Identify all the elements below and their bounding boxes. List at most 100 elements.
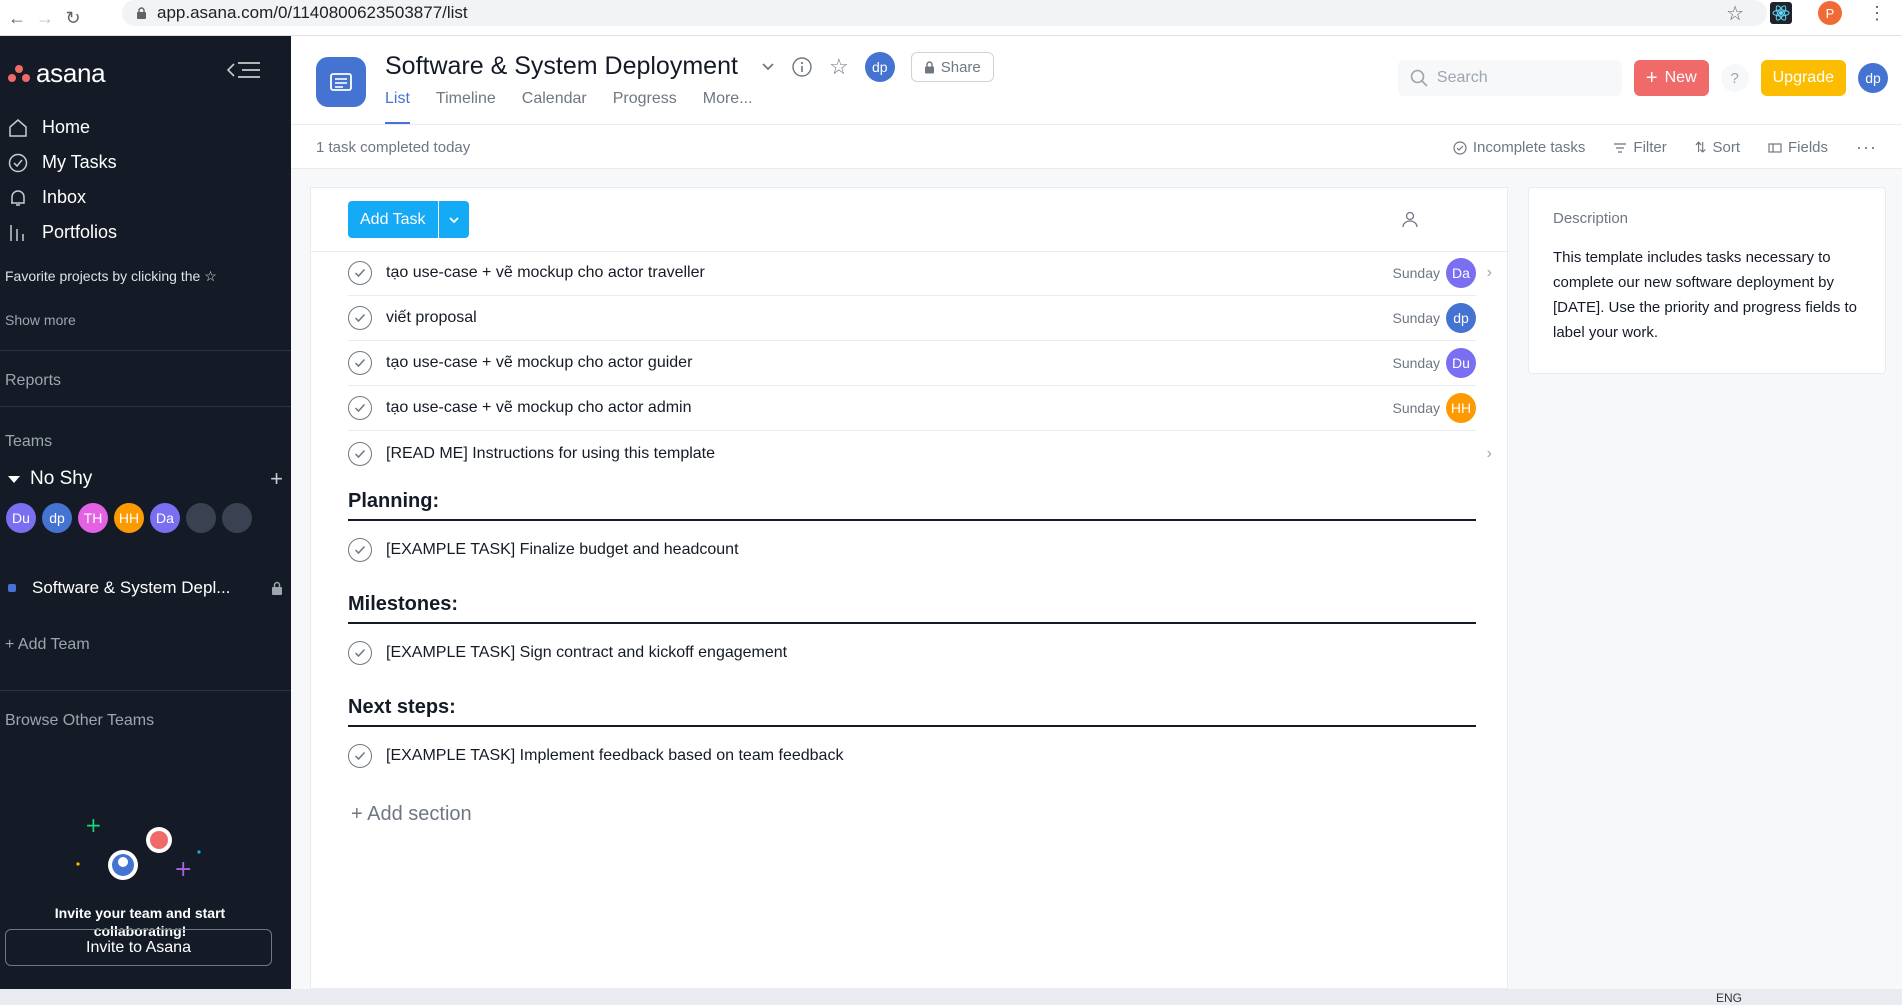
team-no-shy[interactable]: No Shy + bbox=[8, 466, 283, 492]
task-name[interactable]: tạo use-case + vẽ mockup cho actor admin bbox=[386, 399, 692, 417]
tab-timeline[interactable]: Timeline bbox=[436, 90, 496, 124]
sidebar-item-portfolios[interactable]: Portfolios bbox=[0, 215, 291, 250]
complete-check-icon[interactable] bbox=[348, 441, 372, 466]
complete-check-icon[interactable] bbox=[348, 744, 372, 768]
filter-label: Filter bbox=[1633, 139, 1667, 156]
task-name[interactable]: [EXAMPLE TASK] Finalize budget and headc… bbox=[386, 541, 739, 559]
bookmark-star-icon[interactable]: ☆ bbox=[1726, 1, 1744, 26]
fields-button[interactable]: Fields bbox=[1768, 139, 1828, 156]
section-header[interactable]: Milestones: bbox=[348, 579, 1476, 624]
info-icon[interactable] bbox=[791, 56, 813, 78]
tab-progress[interactable]: Progress bbox=[613, 90, 677, 124]
sort-button[interactable]: ⇅ Sort bbox=[1695, 139, 1740, 156]
back-icon[interactable]: ← bbox=[6, 7, 28, 29]
incomplete-tasks-filter[interactable]: Incomplete tasks bbox=[1453, 139, 1585, 156]
tab-list[interactable]: List bbox=[385, 90, 410, 124]
share-button[interactable]: Share bbox=[910, 52, 994, 82]
task-name[interactable]: [READ ME] Instructions for using this te… bbox=[386, 445, 715, 463]
assignee-avatar[interactable]: Du bbox=[1446, 348, 1476, 378]
complete-check-icon[interactable] bbox=[348, 351, 372, 375]
upgrade-button[interactable]: Upgrade bbox=[1760, 60, 1846, 96]
favorite-star-icon[interactable]: ☆ bbox=[829, 54, 849, 80]
complete-check-icon[interactable] bbox=[348, 538, 372, 562]
table-row[interactable]: viết proposal Sunday dp bbox=[348, 296, 1476, 341]
teams-heading: Teams bbox=[5, 433, 53, 450]
address-bar[interactable]: app.asana.com/0/1140800623503877/list bbox=[122, 0, 1767, 26]
reload-icon[interactable]: ↻ bbox=[62, 7, 84, 29]
table-row[interactable]: tạo use-case + vẽ mockup cho actor admin… bbox=[348, 386, 1476, 431]
section-header[interactable]: Planning: bbox=[348, 476, 1476, 521]
browser-profile-avatar[interactable]: P bbox=[1818, 1, 1842, 25]
due-date[interactable]: Sunday bbox=[1393, 265, 1440, 281]
team-member-avatar[interactable]: dp bbox=[42, 503, 72, 533]
team-member-avatar[interactable] bbox=[186, 503, 216, 533]
task-name[interactable]: tạo use-case + vẽ mockup cho actor guide… bbox=[386, 354, 692, 372]
task-name[interactable]: [EXAMPLE TASK] Sign contract and kickoff… bbox=[386, 644, 787, 662]
user-avatar[interactable]: dp bbox=[1858, 63, 1888, 93]
sidebar-project-item[interactable]: Software & System Depl... bbox=[8, 578, 283, 598]
add-team-link[interactable]: + Add Team bbox=[5, 636, 90, 654]
table-row[interactable]: [READ ME] Instructions for using this te… bbox=[348, 431, 1492, 476]
section-header[interactable]: Next steps: bbox=[348, 682, 1476, 727]
main-content: Software & System Deployment ☆ dp Share … bbox=[291, 36, 1902, 989]
search-input[interactable]: Search bbox=[1397, 60, 1622, 96]
more-actions-icon[interactable]: ··· bbox=[1856, 137, 1877, 158]
chevron-right-icon[interactable]: › bbox=[1487, 445, 1492, 463]
table-row[interactable]: [EXAMPLE TASK] Implement feedback based … bbox=[348, 727, 1476, 785]
description-body[interactable]: This template includes tasks necessary t… bbox=[1553, 245, 1861, 345]
lock-icon bbox=[137, 7, 146, 19]
tab-calendar[interactable]: Calendar bbox=[522, 90, 587, 124]
team-member-avatar[interactable] bbox=[222, 503, 252, 533]
assignee-header-icon[interactable] bbox=[1401, 210, 1419, 228]
description-panel: Description This template includes tasks… bbox=[1528, 187, 1886, 374]
team-member-avatar[interactable]: TH bbox=[78, 503, 108, 533]
new-label: New bbox=[1664, 69, 1697, 86]
task-name[interactable]: tạo use-case + vẽ mockup cho actor trave… bbox=[386, 264, 705, 282]
due-date[interactable]: Sunday bbox=[1393, 400, 1440, 416]
forward-icon[interactable]: → bbox=[34, 7, 56, 29]
complete-check-icon[interactable] bbox=[348, 396, 372, 420]
tab-more[interactable]: More... bbox=[703, 90, 753, 124]
assignee-avatar[interactable]: dp bbox=[1446, 303, 1476, 333]
sidebar-item-my-tasks[interactable]: My Tasks bbox=[0, 145, 291, 180]
team-member-avatar[interactable]: Du bbox=[6, 503, 36, 533]
complete-check-icon[interactable] bbox=[348, 306, 372, 330]
team-member-avatar[interactable]: HH bbox=[114, 503, 144, 533]
collapse-sidebar-icon[interactable] bbox=[226, 60, 262, 80]
table-row[interactable]: tạo use-case + vẽ mockup cho actor guide… bbox=[348, 341, 1476, 386]
team-member-avatar[interactable]: Da bbox=[150, 503, 180, 533]
share-label: Share bbox=[940, 58, 981, 76]
reports-link[interactable]: Reports bbox=[5, 372, 61, 390]
complete-check-icon[interactable] bbox=[348, 641, 372, 665]
due-date[interactable]: Sunday bbox=[1393, 355, 1440, 371]
invite-to-asana-button[interactable]: Invite to Asana bbox=[5, 929, 272, 966]
table-row[interactable]: [EXAMPLE TASK] Sign contract and kickoff… bbox=[348, 624, 1476, 682]
add-task-dropdown[interactable] bbox=[437, 201, 469, 238]
add-section-button[interactable]: + Add section bbox=[348, 803, 1476, 826]
sidebar-item-home[interactable]: Home bbox=[0, 110, 291, 145]
task-name[interactable]: [EXAMPLE TASK] Implement feedback based … bbox=[386, 747, 843, 765]
asana-logo[interactable]: asana bbox=[8, 58, 106, 89]
help-button[interactable]: ? bbox=[1720, 64, 1749, 92]
add-task-button[interactable]: Add Task bbox=[348, 201, 438, 238]
browse-teams-link[interactable]: Browse Other Teams bbox=[5, 712, 154, 730]
task-name[interactable]: viết proposal bbox=[386, 309, 477, 327]
sidebar-item-inbox[interactable]: Inbox bbox=[0, 180, 291, 215]
table-row[interactable]: tạo use-case + vẽ mockup cho actor trave… bbox=[348, 251, 1492, 296]
complete-check-icon[interactable] bbox=[348, 261, 372, 285]
show-more-link[interactable]: Show more bbox=[5, 312, 76, 328]
project-owner-avatar[interactable]: dp bbox=[864, 52, 895, 82]
caret-down-icon[interactable] bbox=[8, 475, 20, 483]
assignee-avatar[interactable]: Da bbox=[1446, 258, 1476, 288]
new-button[interactable]: + New bbox=[1633, 60, 1709, 96]
add-project-icon[interactable]: + bbox=[270, 466, 283, 492]
favorites-hint: Favorite projects by clicking the ☆ bbox=[5, 268, 217, 285]
assignee-avatar[interactable]: HH bbox=[1446, 393, 1476, 423]
due-date[interactable]: Sunday bbox=[1393, 310, 1440, 326]
extension-icon[interactable] bbox=[1770, 2, 1792, 24]
table-row[interactable]: [EXAMPLE TASK] Finalize budget and headc… bbox=[348, 521, 1476, 579]
chevron-right-icon[interactable]: › bbox=[1487, 264, 1492, 282]
chevron-down-icon[interactable] bbox=[761, 62, 775, 72]
browser-menu-icon[interactable]: ⋮ bbox=[1868, 3, 1886, 24]
filter-button[interactable]: Filter bbox=[1613, 139, 1667, 156]
